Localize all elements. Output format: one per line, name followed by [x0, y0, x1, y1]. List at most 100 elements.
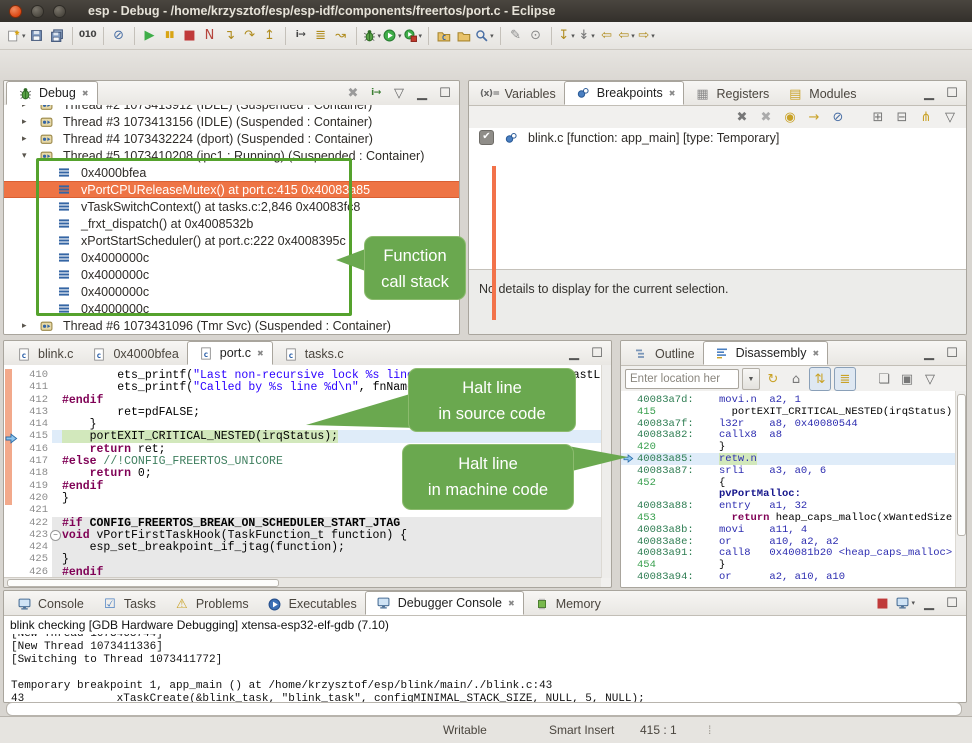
- maximize-icon[interactable]: ☐: [435, 82, 455, 104]
- tab-debugger-console[interactable]: Debugger Console✖: [365, 591, 524, 615]
- tab-disassembly[interactable]: Disassembly✖: [703, 341, 829, 365]
- instruction-stepping-icon[interactable]: i→: [291, 25, 311, 47]
- new-disassembly-view-icon[interactable]: ❏: [874, 368, 894, 390]
- thread-row[interactable]: ▸Thread #6 1073431096 (Tmr Svc) (Suspend…: [4, 317, 459, 334]
- sync-context-icon[interactable]: ⇅: [809, 367, 831, 391]
- remove-selected-breakpoints-icon[interactable]: ✖: [732, 107, 752, 129]
- last-edit-location-icon[interactable]: ↧▾: [557, 25, 577, 47]
- thread-row[interactable]: ▸Thread #4 1073432224 (dport) (Suspended…: [4, 130, 459, 147]
- close-tab-icon[interactable]: ✖: [812, 349, 819, 358]
- minimize-window-button[interactable]: [31, 5, 44, 18]
- tab-port-c[interactable]: cport.c✖: [187, 341, 273, 365]
- location-dropdown-icon[interactable]: ▼: [742, 368, 760, 390]
- tab-modules[interactable]: ▤Modules: [777, 83, 864, 105]
- expand-all-icon[interactable]: ⊞: [868, 107, 888, 129]
- console-output[interactable]: [New Thread 1073468744][New Thread 10734…: [4, 634, 966, 702]
- next-annotation-icon[interactable]: ↡▾: [577, 25, 597, 47]
- code-line[interactable]: 425}: [4, 553, 611, 565]
- suspend-icon[interactable]: ▮▮: [160, 25, 180, 47]
- tab-breakpoints[interactable]: Breakpoints✖: [564, 81, 685, 105]
- tab-variables[interactable]: (x)=Variables: [471, 83, 564, 105]
- skip-all-breakpoints-icon[interactable]: ⊘: [828, 107, 848, 129]
- show-source-icon[interactable]: ≣: [834, 367, 856, 391]
- new-wizard-icon[interactable]: ▾: [6, 25, 27, 47]
- code-line[interactable]: 424 esp_set_breakpoint_if_jtag(function)…: [4, 541, 611, 553]
- disassembly-line[interactable]: 40083a7f:l32r a8, 0x40080544: [621, 418, 956, 430]
- collapse-all-icon[interactable]: ⊟: [892, 107, 912, 129]
- disassembly-line[interactable]: 40083a7d:movi.n a2, 1: [621, 394, 956, 406]
- tab-memory[interactable]: Memory: [524, 593, 609, 615]
- minimize-icon[interactable]: ▁: [919, 342, 939, 364]
- terminate-console-icon[interactable]: ■: [872, 592, 892, 614]
- run-icon[interactable]: ▾: [382, 25, 403, 47]
- show-supported-breakpoints-icon[interactable]: ◉: [780, 107, 800, 129]
- save-all-icon[interactable]: [47, 25, 67, 47]
- close-tab-icon[interactable]: ✖: [669, 89, 676, 98]
- console-horizontal-scrollbar[interactable]: [6, 702, 962, 716]
- expand-icon[interactable]: ▸: [22, 105, 36, 110]
- view-menu-icon[interactable]: ▽: [389, 82, 409, 104]
- step-into-icon[interactable]: ↴: [220, 25, 240, 47]
- tab-blink-c[interactable]: cblink.c: [6, 343, 81, 365]
- fold-marker-icon[interactable]: −: [50, 530, 61, 541]
- disassembly-line[interactable]: 40083a88:entry a1, 32: [621, 500, 956, 512]
- disassembly-line[interactable]: 40083a91:call8 0x40081b20 <heap_caps_mal…: [621, 547, 956, 559]
- disassembly-line[interactable]: 40083a94:or a2, a10, a10: [621, 571, 956, 583]
- step-return-icon[interactable]: ↥: [260, 25, 280, 47]
- expand-icon[interactable]: ▸: [22, 133, 36, 144]
- save-icon[interactable]: [27, 25, 47, 47]
- remove-all-breakpoints-icon[interactable]: ✖: [756, 107, 776, 129]
- expand-icon[interactable]: ▸: [22, 116, 36, 127]
- disassembly-line[interactable]: 453 return heap_caps_malloc(xWantedSize: [621, 512, 956, 524]
- disassembly-view-menu-icon[interactable]: ▽: [920, 368, 940, 390]
- back-history-icon[interactable]: ⇦▾: [617, 25, 637, 47]
- disassembly-line[interactable]: 415 portEXIT_CRITICAL_NESTED(irqStatus): [621, 406, 956, 418]
- maximize-icon[interactable]: ☐: [942, 592, 962, 614]
- forward-history-icon[interactable]: ⇨▾: [637, 25, 657, 47]
- disassembly-line[interactable]: 40083a85:retw.n: [621, 453, 956, 465]
- collapse-icon[interactable]: ▾: [22, 150, 36, 161]
- disassembly-content[interactable]: 40083a7d:movi.n a2, 1415 portEXIT_CRITIC…: [621, 391, 956, 587]
- close-window-button[interactable]: [9, 5, 22, 18]
- code-line[interactable]: 422#if CONFIG_FREERTOS_BREAK_ON_SCHEDULE…: [4, 517, 611, 529]
- disassembly-line[interactable]: 40083a87:srli a3, a0, 6: [621, 465, 956, 477]
- minimize-icon[interactable]: ▁: [919, 592, 939, 614]
- disassembly-line[interactable]: 454}: [621, 559, 956, 571]
- tab-outline[interactable]: Outline: [623, 343, 703, 365]
- new-cpp-project-icon[interactable]: C: [434, 25, 454, 47]
- group-breakpoints-icon[interactable]: ⋔: [916, 107, 936, 129]
- thread-row[interactable]: ▸Thread #3 1073413156 (IDLE) (Suspended …: [4, 113, 459, 130]
- disconnect-icon[interactable]: N: [200, 25, 220, 47]
- toggle-mark-occurrences-icon[interactable]: ✎: [506, 25, 526, 47]
- code-line[interactable]: 423void vPortFirstTaskHook(TaskFunction_…: [4, 529, 611, 541]
- open-view-icon[interactable]: ▣: [897, 368, 917, 390]
- disassembly-line[interactable]: 40083a8b:movi a11, 4: [621, 524, 956, 536]
- tab-registers[interactable]: ▦Registers: [684, 83, 777, 105]
- resume-icon[interactable]: ▶: [140, 25, 160, 47]
- skip-all-breakpoints-toolbar-icon[interactable]: ⊘: [109, 25, 129, 47]
- show-console-icon[interactable]: ≣: [311, 25, 331, 47]
- pin-editor-icon[interactable]: ⊙: [526, 25, 546, 47]
- tab-tasks-c[interactable]: ctasks.c: [273, 343, 352, 365]
- step-over-icon[interactable]: ↷: [240, 25, 260, 47]
- tab-problems[interactable]: ⚠Problems: [164, 593, 257, 615]
- open-element-icon[interactable]: [454, 25, 474, 47]
- location-input[interactable]: [625, 369, 739, 389]
- minimize-icon[interactable]: ▁: [412, 82, 432, 104]
- maximize-icon[interactable]: ☐: [942, 82, 962, 104]
- thread-row[interactable]: ▸Thread #2 1073413912 (IDLE) (Suspended …: [4, 105, 459, 113]
- breakpoints-view-menu-icon[interactable]: ▽: [940, 107, 960, 129]
- close-tab-icon[interactable]: ✖: [82, 89, 89, 98]
- terminate-icon[interactable]: ■: [180, 25, 200, 47]
- external-tools-icon[interactable]: ▾: [403, 25, 424, 47]
- disassembly-line[interactable]: 452{: [621, 477, 956, 489]
- disassembly-line[interactable]: pvPortMalloc:: [621, 488, 956, 500]
- tab-console[interactable]: Console: [6, 593, 92, 615]
- debug-icon[interactable]: ▾: [362, 25, 383, 47]
- go-home-icon[interactable]: ⌂: [786, 368, 806, 390]
- refresh-view-icon[interactable]: ↻: [763, 368, 783, 390]
- expand-icon[interactable]: ▸: [22, 320, 36, 331]
- editor-horizontal-scrollbar[interactable]: [4, 577, 601, 587]
- tab-executables[interactable]: Executables: [257, 593, 365, 615]
- disassembly-line[interactable]: 40083a82:callx8 a8: [621, 429, 956, 441]
